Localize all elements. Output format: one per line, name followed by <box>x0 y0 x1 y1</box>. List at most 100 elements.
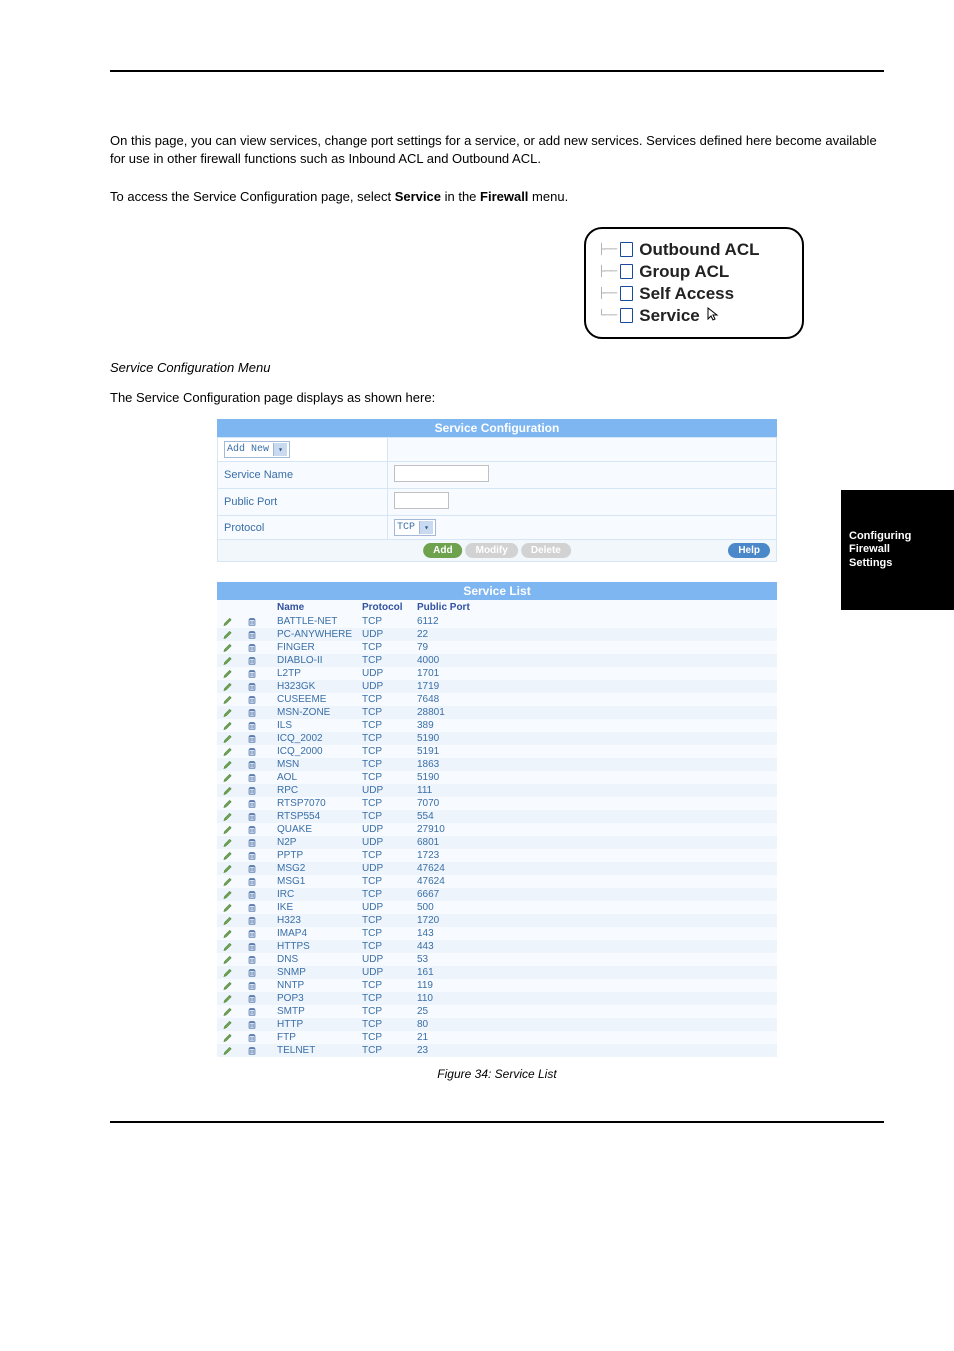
add-button[interactable]: Add <box>423 543 462 558</box>
edit-icon[interactable] <box>223 655 247 666</box>
col-protocol: Protocol <box>362 602 417 613</box>
delete-icon[interactable] <box>247 1032 277 1043</box>
modify-button[interactable]: Modify <box>466 543 518 558</box>
delete-icon[interactable] <box>247 928 277 939</box>
delete-icon[interactable] <box>247 798 277 809</box>
delete-icon[interactable] <box>247 993 277 1004</box>
delete-icon[interactable] <box>247 863 277 874</box>
cell-protocol: TCP <box>362 798 417 809</box>
edit-icon[interactable] <box>223 863 247 874</box>
help-button[interactable]: Help <box>728 543 770 558</box>
delete-icon[interactable] <box>247 642 277 653</box>
edit-icon[interactable] <box>223 759 247 770</box>
edit-icon[interactable] <box>223 889 247 900</box>
delete-icon[interactable] <box>247 772 277 783</box>
edit-icon[interactable] <box>223 1019 247 1030</box>
edit-icon[interactable] <box>223 681 247 692</box>
edit-icon[interactable] <box>223 642 247 653</box>
delete-icon[interactable] <box>247 824 277 835</box>
delete-icon[interactable] <box>247 915 277 926</box>
chevron-down-icon: ▾ <box>273 443 287 456</box>
table-row: ILSTCP389 <box>217 719 777 732</box>
delete-icon[interactable] <box>247 785 277 796</box>
delete-icon[interactable] <box>247 1019 277 1030</box>
delete-button[interactable]: Delete <box>521 543 571 558</box>
edit-icon[interactable] <box>223 876 247 887</box>
col-public-port: Public Port <box>417 602 771 613</box>
edit-icon[interactable] <box>223 993 247 1004</box>
delete-icon[interactable] <box>247 1045 277 1056</box>
delete-icon[interactable] <box>247 759 277 770</box>
delete-icon[interactable] <box>247 837 277 848</box>
service-configuration-panel: Service Configuration Add New ▾ Service … <box>217 419 777 562</box>
edit-icon[interactable] <box>223 967 247 978</box>
delete-icon[interactable] <box>247 902 277 913</box>
edit-icon[interactable] <box>223 915 247 926</box>
cell-port: 1719 <box>417 681 771 692</box>
edit-icon[interactable] <box>223 616 247 627</box>
edit-icon[interactable] <box>223 746 247 757</box>
delete-icon[interactable] <box>247 707 277 718</box>
delete-icon[interactable] <box>247 850 277 861</box>
delete-icon[interactable] <box>247 811 277 822</box>
edit-icon[interactable] <box>223 629 247 640</box>
cell-port: 47624 <box>417 863 771 874</box>
table-row: MSG1TCP47624 <box>217 875 777 888</box>
edit-icon[interactable] <box>223 668 247 679</box>
edit-icon[interactable] <box>223 772 247 783</box>
cell-name: AOL <box>277 772 362 783</box>
edit-icon[interactable] <box>223 1006 247 1017</box>
edit-icon[interactable] <box>223 941 247 952</box>
delete-icon[interactable] <box>247 967 277 978</box>
cell-protocol: UDP <box>362 837 417 848</box>
edit-icon[interactable] <box>223 928 247 939</box>
delete-icon[interactable] <box>247 1006 277 1017</box>
table-row: DIABLO-IITCP4000 <box>217 654 777 667</box>
delete-icon[interactable] <box>247 655 277 666</box>
delete-icon[interactable] <box>247 681 277 692</box>
delete-icon[interactable] <box>247 720 277 731</box>
edit-icon[interactable] <box>223 811 247 822</box>
cell-port: 6112 <box>417 616 771 627</box>
edit-icon[interactable] <box>223 694 247 705</box>
edit-icon[interactable] <box>223 720 247 731</box>
cell-port: 47624 <box>417 876 771 887</box>
table-row: IRCTCP6667 <box>217 888 777 901</box>
edit-icon[interactable] <box>223 1032 247 1043</box>
delete-icon[interactable] <box>247 733 277 744</box>
delete-icon[interactable] <box>247 616 277 627</box>
edit-icon[interactable] <box>223 733 247 744</box>
edit-icon[interactable] <box>223 954 247 965</box>
cell-protocol: UDP <box>362 681 417 692</box>
cell-name: HTTP <box>277 1019 362 1030</box>
cell-protocol: TCP <box>362 1032 417 1043</box>
edit-icon[interactable] <box>223 824 247 835</box>
edit-icon[interactable] <box>223 980 247 991</box>
cell-port: 500 <box>417 902 771 913</box>
edit-icon[interactable] <box>223 707 247 718</box>
delete-icon[interactable] <box>247 694 277 705</box>
edit-icon[interactable] <box>223 837 247 848</box>
delete-icon[interactable] <box>247 980 277 991</box>
add-new-select[interactable]: Add New ▾ <box>224 441 290 458</box>
edit-icon[interactable] <box>223 785 247 796</box>
edit-icon[interactable] <box>223 902 247 913</box>
delete-icon[interactable] <box>247 629 277 640</box>
delete-icon[interactable] <box>247 941 277 952</box>
cell-name: FINGER <box>277 642 362 653</box>
cell-protocol: TCP <box>362 642 417 653</box>
delete-icon[interactable] <box>247 668 277 679</box>
delete-icon[interactable] <box>247 889 277 900</box>
edit-icon[interactable] <box>223 798 247 809</box>
action-row: Add Modify Delete Help <box>217 540 777 562</box>
table-row: FTPTCP21 <box>217 1031 777 1044</box>
cell-port: 5191 <box>417 746 771 757</box>
edit-icon[interactable] <box>223 850 247 861</box>
delete-icon[interactable] <box>247 954 277 965</box>
edit-icon[interactable] <box>223 1045 247 1056</box>
public-port-input[interactable] <box>394 492 449 509</box>
delete-icon[interactable] <box>247 746 277 757</box>
protocol-select[interactable]: TCP ▾ <box>394 519 436 536</box>
delete-icon[interactable] <box>247 876 277 887</box>
service-name-input[interactable] <box>394 465 489 482</box>
